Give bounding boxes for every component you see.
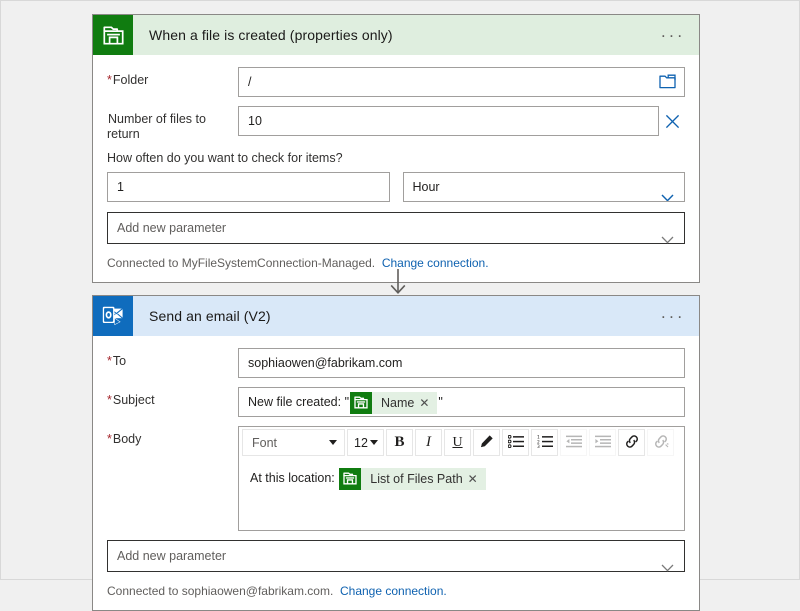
decrease-indent-icon xyxy=(566,435,582,451)
trigger-add-new-parameter-label: Add new parameter xyxy=(117,221,226,235)
to-field-wrap xyxy=(238,348,685,378)
subject-label: *Subject xyxy=(107,387,238,408)
token-label: List of Files Path xyxy=(361,468,467,490)
underline-glyph: U xyxy=(452,435,462,451)
subject-row: *Subject New file created: " xyxy=(107,387,685,417)
number-of-files-field-wrap xyxy=(238,106,659,136)
folder-input[interactable] xyxy=(238,67,685,97)
font-size-value: 12 xyxy=(354,436,368,450)
file-system-icon xyxy=(339,468,361,490)
bold-glyph: B xyxy=(394,434,404,451)
trigger-card-header[interactable]: When a file is created (properties only)… xyxy=(93,15,699,55)
clear-number-of-files-button[interactable] xyxy=(659,106,685,136)
to-row: *To xyxy=(107,348,685,378)
caret-down-icon xyxy=(370,440,378,445)
trigger-connection-text: Connected to MyFileSystemConnection-Mana… xyxy=(107,256,375,270)
subject-field-wrap: New file created: " Name ✕ xyxy=(238,387,685,417)
action-overflow-menu-button[interactable]: ··· xyxy=(661,308,685,325)
trigger-card-body: *Folder Number of files to return xyxy=(93,55,699,282)
number-of-files-input[interactable] xyxy=(238,106,659,136)
bulleted-list-button[interactable] xyxy=(502,429,529,456)
rich-text-editor: Font 12 B I U xyxy=(238,426,685,531)
folder-row: *Folder xyxy=(107,67,685,97)
action-add-new-parameter-dropdown[interactable]: Add new parameter xyxy=(107,540,685,572)
close-x-icon[interactable]: ✕ xyxy=(419,397,437,409)
caret-down-icon xyxy=(329,440,337,445)
token-label: Name xyxy=(372,389,419,417)
subject-input[interactable]: New file created: " Name ✕ xyxy=(238,387,685,417)
frequency-dropdown[interactable]: Hour xyxy=(403,172,686,202)
frequency-row: Hour xyxy=(107,172,685,202)
increase-indent-button[interactable] xyxy=(589,429,616,456)
arrow-down-icon xyxy=(389,269,407,295)
body-content[interactable]: At this location: xyxy=(239,458,684,530)
frequency-dropdown-wrap: Hour xyxy=(403,172,686,202)
action-card: Send an email (V2) ··· *To *Subject New … xyxy=(92,295,700,611)
interval-field-wrap xyxy=(107,172,390,202)
connector-arrow xyxy=(389,269,407,295)
action-card-header[interactable]: Send an email (V2) ··· xyxy=(93,296,699,336)
close-x-icon[interactable]: ✕ xyxy=(468,473,486,485)
number-of-files-row: Number of files to return xyxy=(107,106,685,142)
subject-text-before: New file created: " xyxy=(248,395,349,409)
insert-link-button[interactable] xyxy=(618,429,645,456)
trigger-card-title: When a file is created (properties only) xyxy=(149,27,393,43)
chevron-down-icon xyxy=(661,553,674,561)
frequency-question-label: How often do you want to check for items… xyxy=(107,151,685,165)
decrease-indent-button[interactable] xyxy=(560,429,587,456)
folder-label: *Folder xyxy=(107,67,238,88)
underline-button[interactable]: U xyxy=(444,429,471,456)
bulleted-list-icon xyxy=(508,435,524,451)
subject-text-after: " xyxy=(438,395,442,409)
file-system-icon xyxy=(350,392,372,414)
body-label: *Body xyxy=(107,426,238,447)
font-family-dropdown[interactable]: Font xyxy=(242,429,345,456)
token-chip[interactable]: List of Files Path ✕ xyxy=(339,468,485,490)
action-card-title: Send an email (V2) xyxy=(149,308,271,324)
numbered-list-button[interactable]: 1 2 3 xyxy=(531,429,558,456)
trigger-change-connection-link[interactable]: Change connection. xyxy=(382,256,489,270)
trigger-card: When a file is created (properties only)… xyxy=(92,14,700,283)
numbered-list-icon: 1 2 3 xyxy=(537,435,553,451)
unlink-icon xyxy=(653,434,669,452)
italic-button[interactable]: I xyxy=(415,429,442,456)
pen-icon xyxy=(479,434,494,452)
body-field-wrap: Font 12 B I U xyxy=(238,426,685,531)
action-connection-status: Connected to sophiaowen@fabrikam.com. Ch… xyxy=(107,582,685,610)
body-row: *Body Font 12 B xyxy=(107,426,685,531)
folder-field-wrap xyxy=(238,67,685,97)
trigger-overflow-menu-button[interactable]: ··· xyxy=(661,27,685,44)
font-size-dropdown[interactable]: 12 xyxy=(347,429,384,456)
svg-text:3: 3 xyxy=(537,444,540,448)
bold-button[interactable]: B xyxy=(386,429,413,456)
number-of-files-label: Number of files to return xyxy=(107,106,238,142)
designer-canvas: When a file is created (properties only)… xyxy=(1,1,799,579)
rich-text-toolbar: Font 12 B I U xyxy=(239,427,684,458)
folder-picker-icon[interactable] xyxy=(659,74,676,90)
interval-input[interactable] xyxy=(107,172,390,202)
action-connection-text: Connected to sophiaowen@fabrikam.com. xyxy=(107,584,333,598)
text-color-button[interactable] xyxy=(473,429,500,456)
outlook-icon xyxy=(93,296,133,336)
action-card-body: *To *Subject New file created: " xyxy=(93,336,699,610)
required-marker: * xyxy=(107,73,112,87)
font-family-value: Font xyxy=(252,436,277,450)
token-chip[interactable]: Name ✕ xyxy=(350,392,437,414)
chevron-down-icon xyxy=(661,225,674,233)
italic-glyph: I xyxy=(426,434,431,451)
increase-indent-icon xyxy=(595,435,611,451)
body-text-before: At this location: xyxy=(250,471,335,485)
trigger-add-new-parameter-dropdown[interactable]: Add new parameter xyxy=(107,212,685,244)
remove-link-button[interactable] xyxy=(647,429,674,456)
action-change-connection-link[interactable]: Change connection. xyxy=(340,584,447,598)
to-input[interactable] xyxy=(238,348,685,378)
frequency-selected-value: Hour xyxy=(413,180,440,194)
file-system-icon xyxy=(93,15,133,55)
chevron-down-icon xyxy=(661,184,674,192)
action-add-new-parameter-label: Add new parameter xyxy=(117,549,226,563)
link-icon xyxy=(624,434,640,452)
to-label: *To xyxy=(107,348,238,369)
